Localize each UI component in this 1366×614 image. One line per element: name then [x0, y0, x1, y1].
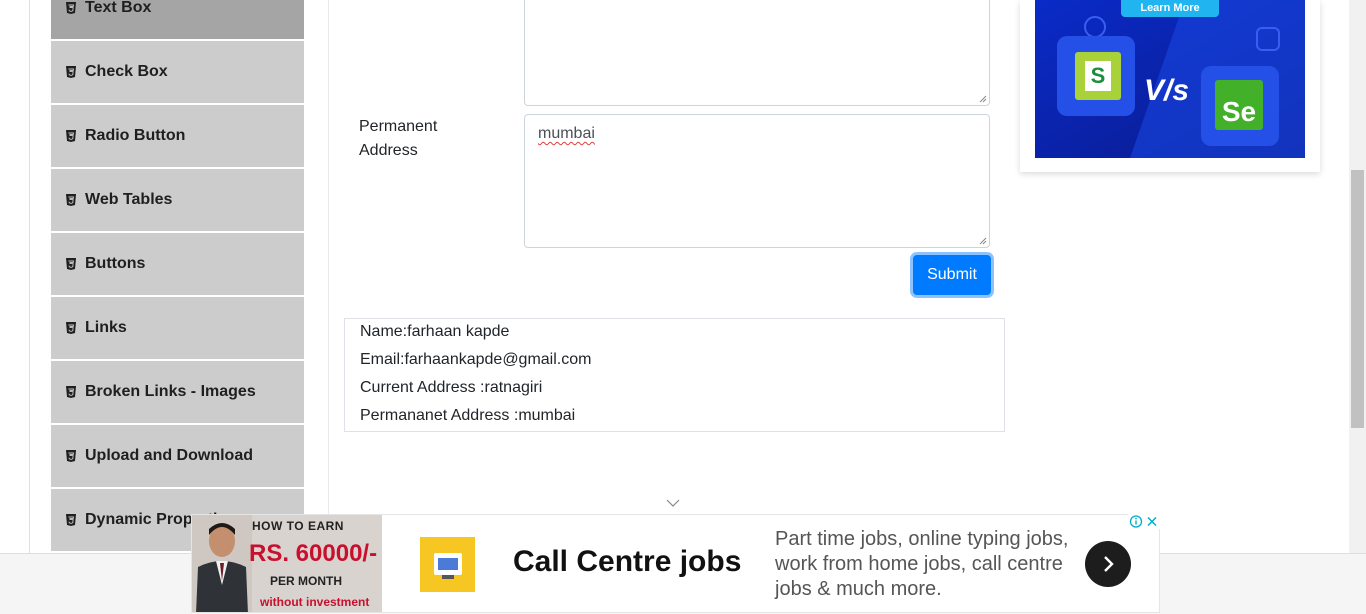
ad-title[interactable]: Call Centre jobs	[513, 545, 741, 579]
sidebar-item-web-tables[interactable]: Web Tables	[51, 169, 304, 233]
html-icon	[65, 66, 77, 78]
chevron-right-icon[interactable]	[1085, 541, 1131, 587]
sidebar: Text Box Check Box Radio Button Web Tabl…	[51, 0, 304, 553]
output-email: Email:farhaankapde@gmail.com	[360, 351, 592, 368]
output-panel: Name:farhaan kapde Email:farhaankapde@gm…	[344, 318, 1005, 432]
output-current-address: Current Address :ratnagiri	[360, 379, 543, 396]
info-icon[interactable]	[1128, 514, 1144, 529]
permanent-address-label: Permanent Address	[359, 118, 438, 159]
html-icon	[65, 130, 77, 142]
current-address-textarea[interactable]	[524, 0, 990, 106]
sidebar-item-broken-links[interactable]: Broken Links - Images	[51, 361, 304, 425]
sidebar-item-label: Broken Links - Images	[85, 383, 256, 400]
sidebar-item-label: Buttons	[85, 255, 146, 272]
permanent-address-value: mumbai	[538, 125, 595, 142]
selenium-logo: Se	[1215, 80, 1263, 130]
output-name: Name:farhaan kapde	[360, 323, 510, 340]
sidebar-item-radio-button[interactable]: Radio Button	[51, 105, 304, 169]
sidebar-item-check-box[interactable]: Check Box	[51, 41, 304, 105]
resize-handle-icon[interactable]	[978, 94, 987, 103]
resize-handle-icon[interactable]	[978, 236, 987, 245]
katalon-logo: S	[1075, 52, 1121, 100]
sidebar-item-label: Links	[85, 319, 127, 336]
close-icon[interactable]	[1144, 514, 1160, 529]
ad-choices[interactable]	[1128, 514, 1160, 529]
learn-more-button[interactable]: Learn More	[1121, 0, 1219, 17]
promo-line3: PER MONTH	[270, 574, 342, 588]
promo-line4: without investment	[260, 595, 370, 609]
person-image	[192, 515, 252, 612]
sidebar-item-upload-download[interactable]: Upload and Download	[51, 425, 304, 489]
versus-text: V/s	[1144, 74, 1190, 107]
ad-description: Part time jobs, online typing jobs, work…	[775, 528, 1069, 600]
promo-image: HOW TO EARN RS. 60000/- PER MONTH withou…	[192, 515, 382, 612]
scrollbar-thumb[interactable]	[1351, 170, 1364, 428]
sidebar-item-label: Text Box	[85, 0, 152, 16]
sidebar-item-label: Upload and Download	[85, 447, 253, 464]
content-divider	[328, 0, 329, 553]
sidebar-item-label: Radio Button	[85, 127, 186, 144]
side-ad-image[interactable]: Learn More S V/s Se	[1035, 0, 1305, 158]
chevron-down-icon[interactable]	[665, 498, 681, 508]
promo-line1: HOW TO EARN	[252, 519, 344, 533]
advertiser-logo	[420, 537, 475, 592]
html-icon	[65, 2, 77, 14]
html-icon	[65, 386, 77, 398]
side-ad-card: Learn More S V/s Se	[1020, 0, 1320, 172]
html-icon	[65, 258, 77, 270]
bottom-ad-banner[interactable]: HOW TO EARN RS. 60000/- PER MONTH withou…	[191, 514, 1160, 613]
sidebar-item-label: Web Tables	[85, 191, 173, 208]
html-icon	[65, 322, 77, 334]
promo-line2: RS. 60000/-	[249, 540, 378, 567]
sidebar-item-text-box[interactable]: Text Box	[51, 0, 304, 41]
sidebar-item-buttons[interactable]: Buttons	[51, 233, 304, 297]
page-scrollbar[interactable]	[1349, 0, 1366, 553]
permanent-address-textarea[interactable]: mumbai	[524, 114, 990, 248]
sidebar-item-label: Check Box	[85, 63, 168, 80]
left-rail	[29, 0, 30, 553]
submit-button[interactable]: Submit	[913, 255, 991, 295]
html-icon	[65, 514, 77, 526]
html-icon	[65, 194, 77, 206]
html-icon	[65, 450, 77, 462]
output-permanent-address: Permananet Address :mumbai	[360, 407, 576, 424]
sidebar-item-links[interactable]: Links	[51, 297, 304, 361]
